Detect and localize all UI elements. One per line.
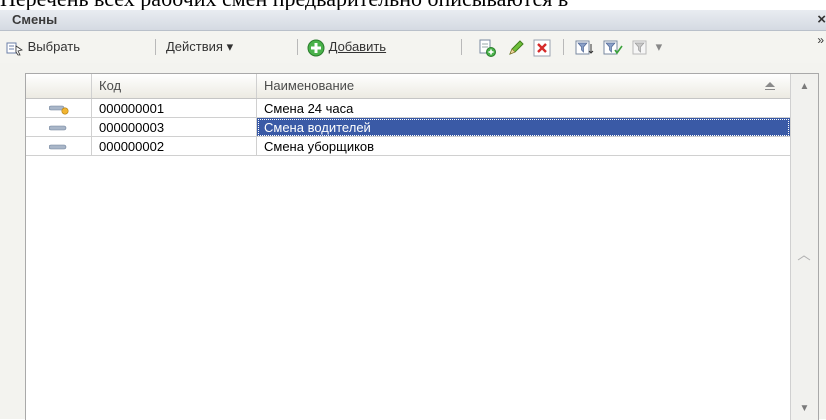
copy-icon bbox=[479, 39, 496, 57]
row-icon-cell bbox=[26, 118, 92, 137]
toolbar-separator bbox=[297, 39, 298, 55]
close-icon[interactable]: × bbox=[817, 11, 826, 28]
select-icon bbox=[6, 42, 23, 55]
filter-by-value-button[interactable] bbox=[603, 37, 623, 57]
title-bar: Смены × bbox=[0, 10, 826, 31]
toolbar: Выбрать Действия ▾ Добавить ▾ » bbox=[0, 31, 826, 63]
toolbar-separator bbox=[563, 39, 564, 55]
window-title: Смены bbox=[12, 12, 58, 27]
add-icon bbox=[307, 39, 325, 57]
table-row[interactable]: 000000003 Смена водителей bbox=[26, 118, 790, 137]
chevron-down-icon: ▾ bbox=[655, 39, 663, 54]
column-header-name[interactable]: Наименование bbox=[257, 74, 790, 98]
code-cell: 000000003 bbox=[92, 118, 257, 137]
scroll-up-icon[interactable]: ▲ bbox=[795, 78, 814, 96]
item-icon bbox=[49, 125, 67, 131]
shifts-window: Смены × Выбрать Действия ▾ Добавить ▾ » … bbox=[0, 10, 826, 420]
code-cell: 000000001 bbox=[92, 99, 257, 118]
name-cell: Смена уборщиков bbox=[257, 137, 790, 156]
delete-icon bbox=[533, 39, 551, 57]
clear-filter-button[interactable]: ▾ bbox=[632, 37, 662, 57]
clear-filter-icon bbox=[632, 40, 647, 55]
actions-label: Действия bbox=[166, 39, 223, 54]
add-label: Добавить bbox=[328, 39, 387, 54]
scroll-down-icon[interactable]: ▼ bbox=[795, 400, 814, 418]
folder-item-icon bbox=[49, 105, 69, 115]
document-text: Перечень всех рабочих смен предварительн… bbox=[0, 0, 826, 10]
table-header: Код Наименование bbox=[26, 74, 790, 99]
row-icon-cell bbox=[26, 99, 92, 118]
toolbar-separator bbox=[461, 39, 462, 55]
row-icon-cell bbox=[26, 137, 92, 156]
select-label: Выбрать bbox=[27, 39, 80, 54]
item-icon bbox=[49, 144, 67, 150]
filter-value-icon bbox=[603, 40, 623, 55]
more-icon[interactable]: » bbox=[817, 34, 824, 46]
edit-button[interactable] bbox=[507, 37, 525, 57]
name-cell-selected: Смена водителей bbox=[257, 118, 790, 137]
copy-button[interactable] bbox=[478, 37, 496, 57]
set-filter-button[interactable] bbox=[575, 37, 595, 57]
add-button[interactable]: Добавить bbox=[307, 37, 386, 57]
table-row[interactable]: 000000002 Смена уборщиков bbox=[26, 137, 790, 156]
toolbar-separator bbox=[155, 39, 156, 55]
code-cell: 000000002 bbox=[92, 137, 257, 156]
vertical-scrollbar[interactable]: ▲ ▼ bbox=[790, 74, 818, 420]
column-header-code[interactable]: Код bbox=[92, 74, 257, 98]
chevron-down-icon: ▾ bbox=[226, 39, 234, 54]
delete-button[interactable] bbox=[533, 37, 551, 57]
column-header-name-label: Наименование bbox=[264, 78, 355, 93]
name-cell: Смена 24 часа bbox=[257, 99, 790, 118]
filter-icon bbox=[575, 40, 594, 55]
pencil-icon bbox=[509, 39, 524, 55]
select-button[interactable]: Выбрать bbox=[6, 37, 80, 57]
column-header-icon[interactable] bbox=[26, 74, 92, 98]
table-row[interactable]: 000000001 Смена 24 часа bbox=[26, 99, 790, 118]
sort-icon[interactable] bbox=[764, 82, 776, 91]
shifts-table: Код Наименование 000000001 Смена 24 часа bbox=[25, 73, 819, 420]
scroll-thumb-icon[interactable] bbox=[797, 254, 812, 262]
actions-menu[interactable]: Действия ▾ bbox=[166, 37, 233, 57]
